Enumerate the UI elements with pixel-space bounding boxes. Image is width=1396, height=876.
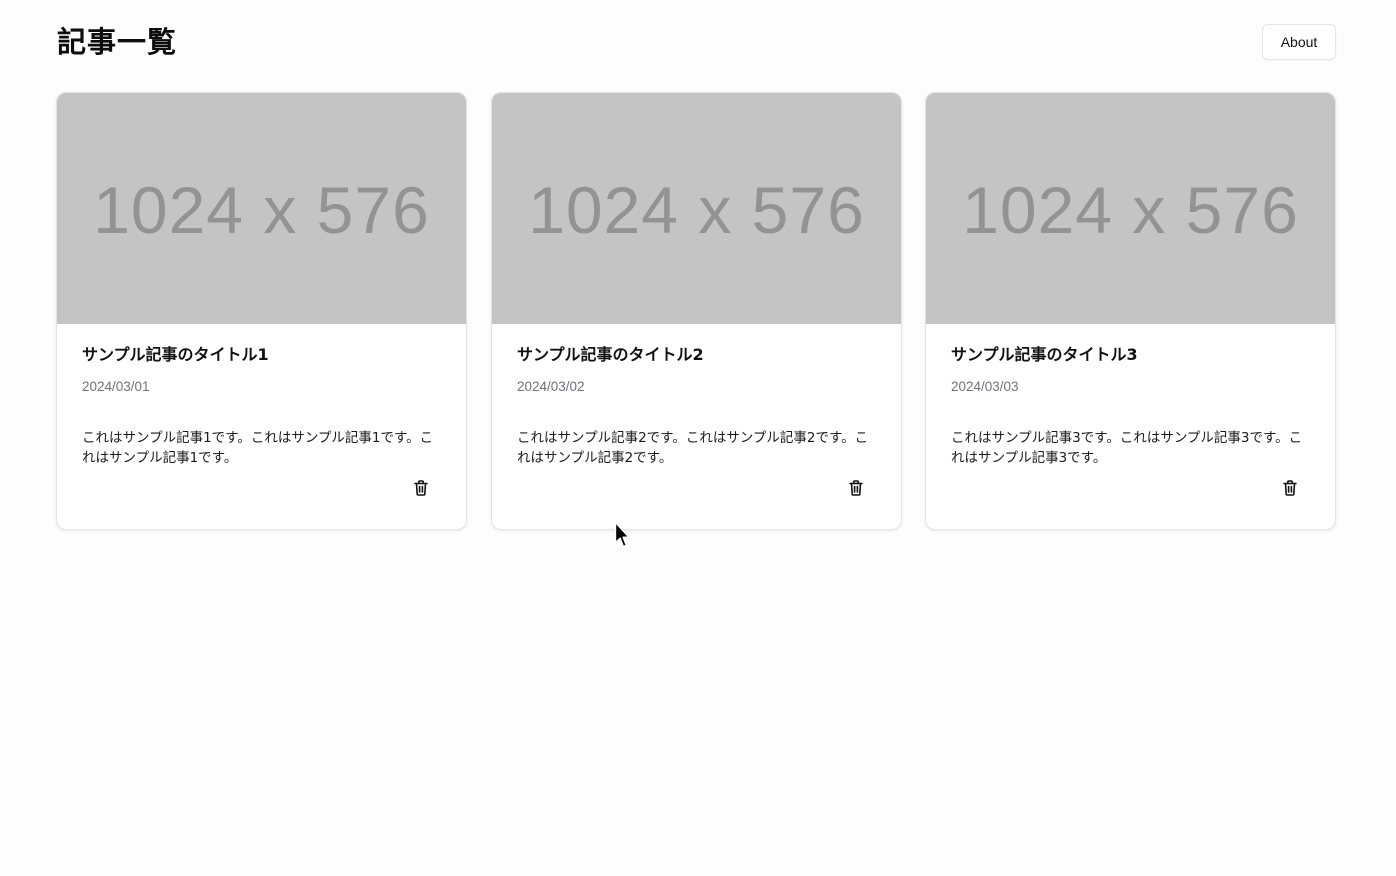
thumbnail-placeholder-text: 1024 x 576 — [962, 172, 1299, 247]
article-date: 2024/03/01 — [82, 379, 150, 394]
article-card[interactable]: 1024 x 576 サンプル記事のタイトル3 2024/03/03 これはサン… — [925, 92, 1336, 530]
article-title: サンプル記事のタイトル1 — [82, 345, 269, 364]
article-excerpt: これはサンプル記事1です。これはサンプル記事1です。これはサンプル記事1です。 — [82, 430, 434, 466]
trash-icon — [849, 480, 863, 496]
delete-article-button[interactable] — [410, 477, 432, 499]
article-card[interactable]: 1024 x 576 サンプル記事のタイトル1 2024/03/01 これはサン… — [56, 92, 467, 530]
article-thumbnail: 1024 x 576 — [926, 93, 1335, 324]
trash-icon — [414, 480, 428, 496]
article-title: サンプル記事のタイトル2 — [517, 345, 704, 364]
delete-article-button[interactable] — [845, 477, 867, 499]
about-button[interactable]: About — [1262, 24, 1336, 60]
article-title: サンプル記事のタイトル3 — [951, 345, 1138, 364]
article-excerpt: これはサンプル記事2です。これはサンプル記事2です。これはサンプル記事2です。 — [517, 430, 869, 466]
article-card[interactable]: 1024 x 576 サンプル記事のタイトル2 2024/03/02 これはサン… — [491, 92, 902, 530]
delete-article-button[interactable] — [1279, 477, 1301, 499]
page-title: 記事一覧 — [57, 25, 178, 59]
thumbnail-placeholder-text: 1024 x 576 — [528, 172, 865, 247]
page-header: 記事一覧 About — [57, 22, 1336, 62]
article-list: 1024 x 576 サンプル記事のタイトル1 2024/03/01 これはサン… — [56, 92, 1337, 532]
thumbnail-placeholder-text: 1024 x 576 — [93, 172, 430, 247]
article-thumbnail: 1024 x 576 — [492, 93, 901, 324]
article-date: 2024/03/03 — [951, 379, 1019, 394]
article-excerpt: これはサンプル記事3です。これはサンプル記事3です。これはサンプル記事3です。 — [951, 430, 1303, 466]
trash-icon — [1283, 480, 1297, 496]
article-date: 2024/03/02 — [517, 379, 585, 394]
article-thumbnail: 1024 x 576 — [57, 93, 466, 324]
